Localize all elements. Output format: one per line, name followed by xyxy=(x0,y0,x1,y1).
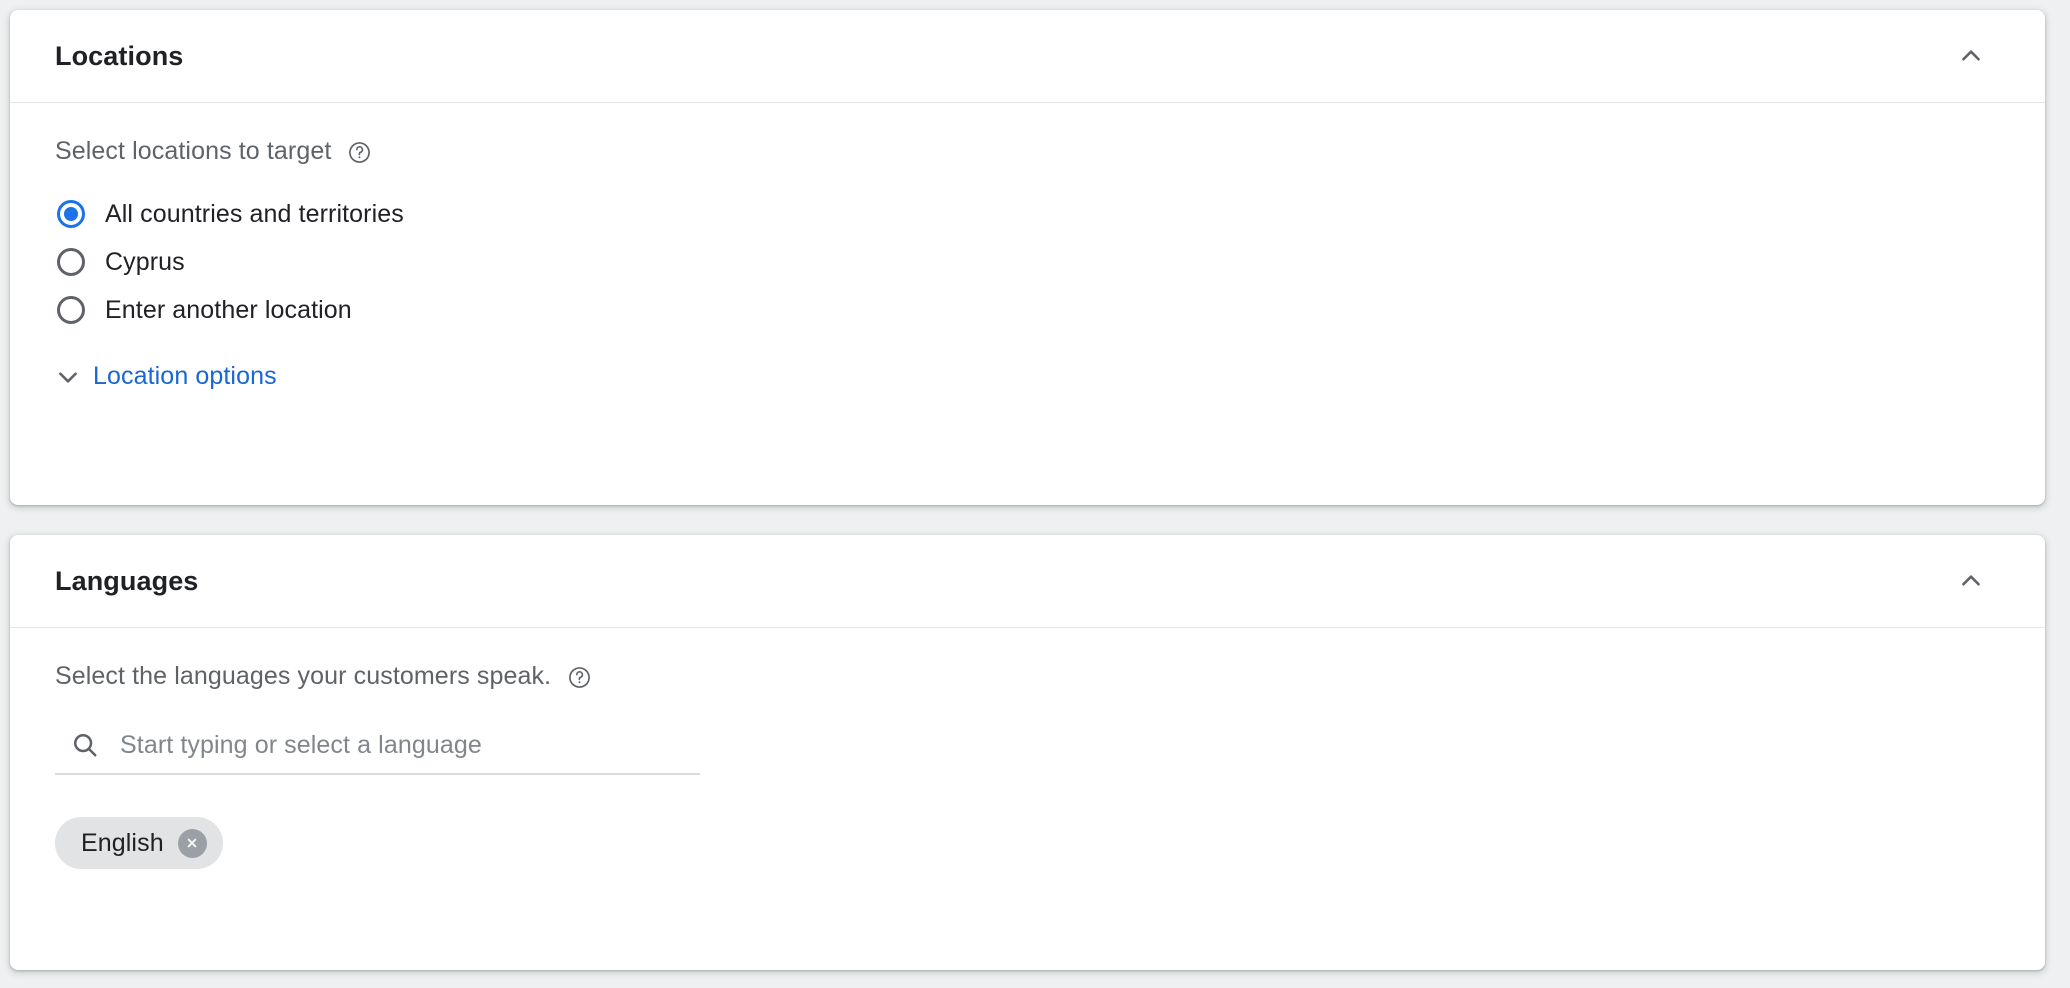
locations-collapse-button[interactable] xyxy=(1947,32,1995,80)
locations-section-label: Select locations to target xyxy=(55,137,332,165)
radio-label: Enter another location xyxy=(105,295,352,324)
radio-indicator-selected[interactable] xyxy=(57,200,85,228)
chevron-up-icon xyxy=(1958,568,1984,594)
languages-collapse-button[interactable] xyxy=(1947,557,1995,605)
search-icon xyxy=(70,730,100,760)
languages-card-body: Select the languages your customers spea… xyxy=(10,628,2045,869)
languages-section-label: Select the languages your customers spea… xyxy=(55,662,552,690)
locations-card: Locations Select locations to target All… xyxy=(10,10,2045,505)
locations-card-header: Locations xyxy=(10,10,2045,103)
radio-option-enter-another-location[interactable]: Enter another location xyxy=(55,286,2000,334)
page-title-locations: Locations xyxy=(55,40,184,71)
location-options-expander[interactable]: Location options xyxy=(55,362,277,391)
chevron-up-icon xyxy=(1958,43,1984,69)
radio-indicator[interactable] xyxy=(57,296,85,324)
help-circle-icon[interactable] xyxy=(347,140,372,165)
radio-option-cyprus[interactable]: Cyprus xyxy=(55,238,2000,286)
locations-card-body: Select locations to target All countries… xyxy=(10,103,2045,391)
chevron-down-icon xyxy=(55,364,81,390)
close-circle-icon[interactable] xyxy=(177,828,207,858)
locations-section-label-row: Select locations to target xyxy=(55,137,2000,166)
radio-label: Cyprus xyxy=(105,247,185,276)
settings-page: Locations Select locations to target All… xyxy=(0,0,2070,988)
languages-card-header: Languages xyxy=(10,535,2045,628)
language-search-input[interactable] xyxy=(120,730,700,760)
language-search-field[interactable] xyxy=(55,717,700,775)
radio-indicator[interactable] xyxy=(57,248,85,276)
page-title-languages: Languages xyxy=(55,565,199,596)
radio-label: All countries and territories xyxy=(105,199,404,228)
radio-option-all-countries[interactable]: All countries and territories xyxy=(55,190,2000,238)
languages-section-label-row: Select the languages your customers spea… xyxy=(55,662,2000,691)
selected-languages-list: English xyxy=(55,817,2000,869)
location-options-label: Location options xyxy=(93,362,277,390)
chip-label: English xyxy=(81,828,164,857)
language-chip-english: English xyxy=(55,817,223,869)
help-circle-icon[interactable] xyxy=(567,665,592,690)
locations-radio-group: All countries and territories Cyprus Ent… xyxy=(55,190,2000,334)
languages-card: Languages Select the languages your cust… xyxy=(10,535,2045,970)
